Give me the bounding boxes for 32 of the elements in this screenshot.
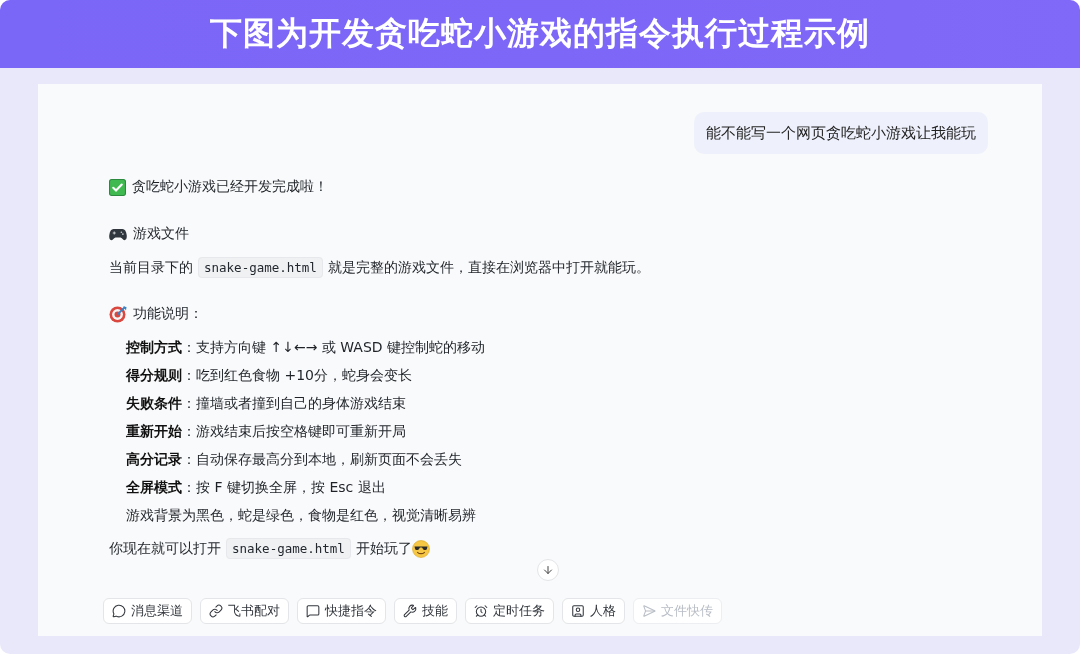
wrench-icon — [403, 604, 417, 618]
feature-item: 重新开始：游戏结束后按空格键即可重新开局 — [126, 423, 406, 441]
toolbar-button[interactable]: 定时任务 — [465, 598, 554, 624]
feature-item: 失败条件：撞墙或者撞到自己的身体游戏结束 — [126, 395, 406, 413]
feature-item: 全屏模式：按 F 键切换全屏，按 Esc 退出 — [126, 479, 386, 497]
status-text: 贪吃蛇小游戏已经开发完成啦！ — [132, 178, 328, 196]
scroll-down-button[interactable] — [537, 559, 559, 581]
feature-item: 游戏背景为黑色，蛇是绿色，食物是红色，视觉清晰易辨 — [126, 507, 476, 525]
gamepad-icon — [109, 227, 127, 241]
user-square-icon — [571, 604, 585, 618]
chat-bubble-icon — [112, 604, 126, 618]
user-message-bubble: 能不能写一个网页贪吃蛇小游戏让我能玩 — [694, 112, 988, 154]
toolbar-button[interactable]: 快捷指令 — [297, 598, 386, 624]
paragraph-text: 当前目录下的 snake-game.html 就是完整的游戏文件，直接在浏览器中打开就能玩。 — [109, 259, 650, 277]
link-icon — [209, 604, 223, 618]
toolbar-button[interactable]: 消息渠道 — [103, 598, 192, 624]
arrow-down-icon — [542, 564, 554, 576]
toolbar-button[interactable]: 人格 — [562, 598, 625, 624]
toolbar-button[interactable]: 飞书配对 — [200, 598, 289, 624]
send-icon — [642, 604, 656, 618]
check-mark-icon — [109, 178, 126, 196]
toolbar-button[interactable]: 技能 — [394, 598, 457, 624]
banner-title: 下图为开发贪吃蛇小游戏的指令执行过程示例 — [210, 13, 870, 54]
paragraph-text: 你现在就可以打开 snake-game.html 开始玩了 — [109, 540, 412, 558]
feature-item: 高分记录：自动保存最高分到本地，刷新页面不会丢失 — [126, 451, 462, 469]
section-heading: 游戏文件 — [133, 225, 189, 243]
feature-item: 控制方式：支持方向键 ↑↓←→ 或 WASD 键控制蛇的移动 — [126, 339, 486, 357]
section-heading: 功能说明： — [133, 305, 203, 323]
target-icon — [109, 305, 127, 323]
sunglasses-face-icon — [411, 540, 430, 558]
feature-item: 得分规则：吃到红色食物 +10分，蛇身会变长 — [126, 367, 412, 385]
alarm-clock-icon — [474, 604, 488, 618]
